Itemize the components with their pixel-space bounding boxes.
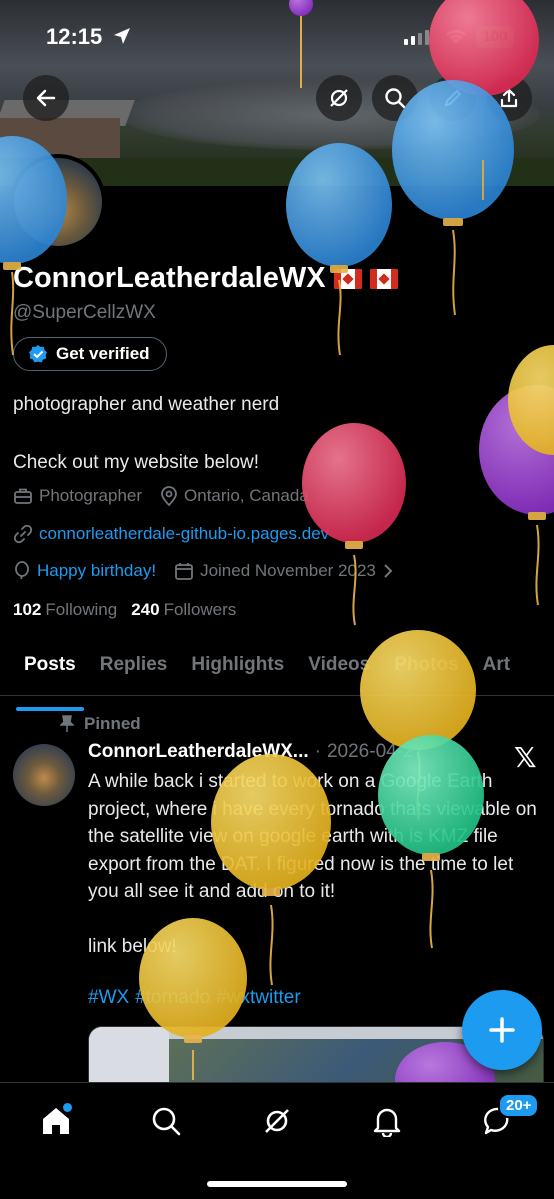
search-button[interactable] [372, 75, 418, 121]
tab-replies[interactable]: Replies [100, 640, 168, 695]
nav-notifications[interactable] [363, 1097, 411, 1145]
verified-badge-icon [29, 345, 47, 363]
search-icon [385, 88, 406, 109]
profile-name-row: ConnorLeatherdaleWX [13, 262, 398, 295]
edit-profile-button[interactable] [430, 75, 476, 121]
tab-photos[interactable]: Photos [394, 640, 458, 695]
edit-icon [444, 89, 462, 107]
grok-icon [265, 1109, 289, 1133]
post-author-name[interactable]: ConnorLeatherdaleWX... [88, 741, 309, 763]
tab-videos[interactable]: Videos [308, 640, 370, 695]
canada-flag-icon [333, 268, 362, 289]
search-icon [152, 1107, 181, 1136]
post-separator: · [314, 741, 321, 762]
profile-tabs: Posts Replies Highlights Videos Photos A… [0, 640, 554, 711]
status-time: 12:15 [46, 24, 103, 49]
pinned-indicator: Pinned [60, 714, 141, 734]
birthday-item: Happy birthday! [13, 561, 156, 581]
grok-button[interactable] [316, 75, 362, 121]
post-text: A while back i started to work on a Goog… [88, 771, 537, 957]
post-author-avatar[interactable] [13, 744, 75, 806]
post-header: ConnorLeatherdaleWX... · 2026-04-27 [88, 741, 424, 763]
location-pin-icon [161, 486, 177, 506]
website-link[interactable]: connorleatherdale-github-io.pages.dev [39, 524, 329, 544]
follow-counts: 102 Following 240 Followers [13, 600, 236, 620]
back-arrow-icon [36, 89, 56, 107]
briefcase-icon [14, 488, 32, 504]
profile-website-row: connorleatherdale-github-io.pages.dev [13, 524, 329, 544]
status-bar: 12:15 100 [0, 0, 554, 74]
post-date[interactable]: 2026-04-27 [327, 741, 424, 763]
canada-flag-icon [369, 268, 398, 289]
balloon-icon [15, 561, 29, 580]
get-verified-button[interactable]: Get verified [13, 337, 167, 371]
nav-grok[interactable] [253, 1097, 301, 1145]
battery-indicator: 100 [476, 26, 514, 48]
joined-date[interactable]: Joined November 2023 [174, 561, 394, 581]
hashtag-link[interactable]: #wxtwitter [216, 987, 300, 1009]
profile-dates-row: Happy birthday! Joined November 2023 [13, 561, 406, 581]
tab-highlights[interactable]: Highlights [191, 640, 284, 695]
notifications-bell-icon [373, 1108, 401, 1137]
share-button[interactable] [486, 75, 532, 121]
nav-home[interactable] [32, 1097, 80, 1145]
following-link[interactable]: 102 Following [13, 600, 117, 620]
compose-post-button[interactable] [462, 990, 542, 1070]
cellular-signal-icon [404, 30, 429, 45]
balloon-yellow-right [508, 345, 554, 455]
balloon-purple-right [479, 385, 554, 606]
profile-handle: @SuperCellzWX [13, 302, 156, 323]
share-icon [500, 88, 518, 108]
bio-line: photographer and weather nerd [13, 394, 280, 415]
profile-bio: photographer and weather nerd Check out … [13, 390, 279, 477]
bio-line: Check out my website below! [13, 452, 260, 473]
wifi-icon [445, 29, 467, 44]
link-icon [13, 524, 33, 544]
followers-link[interactable]: 240 Followers [131, 600, 236, 620]
post-hashtags: #WX #tornado #wxtwitter [88, 987, 301, 1009]
pin-icon [60, 715, 74, 732]
profile-meta-row: Photographer Ontario, Canada [13, 486, 321, 506]
chevron-right-icon [384, 564, 393, 578]
hashtag-link[interactable]: #WX [88, 987, 129, 1009]
messages-badge: 20+ [498, 1093, 540, 1118]
profile-category: Photographer [13, 486, 142, 506]
grok-icon [330, 89, 348, 107]
tab-articles[interactable]: Art [483, 640, 510, 695]
hashtag-link[interactable]: #tornado [135, 987, 210, 1009]
profile-avatar[interactable] [10, 154, 106, 250]
back-button[interactable] [23, 75, 69, 121]
tab-posts[interactable]: Posts [16, 640, 84, 711]
media-sidebar-panel [89, 1027, 169, 1085]
calendar-icon [175, 563, 193, 580]
plus-icon [489, 1017, 515, 1043]
profile-display-name: ConnorLeatherdaleWX [13, 262, 326, 294]
nav-search[interactable] [142, 1097, 190, 1145]
profile-location: Ontario, Canada [160, 486, 309, 506]
get-verified-label: Get verified [56, 344, 150, 363]
location-arrow-icon [114, 28, 130, 44]
happy-birthday-link[interactable]: Happy birthday! [37, 561, 156, 581]
home-indicator[interactable] [207, 1181, 347, 1187]
home-notification-dot [63, 1103, 72, 1112]
